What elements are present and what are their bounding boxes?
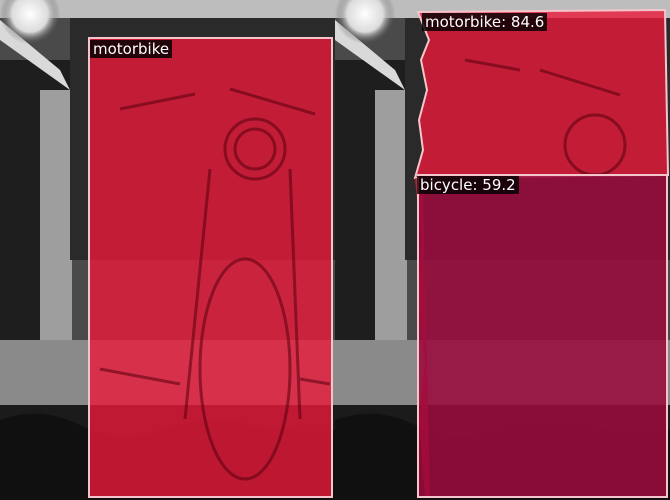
right-panel: motorbike: 84.6 bicycle: 59.2 [335,0,670,500]
motorbike-score-label: motorbike: 84.6 [422,13,548,31]
bicycle-score-label: bicycle: 59.2 [417,176,519,194]
motorbike-silhouette [99,87,331,481]
bicycle-mask [417,174,668,498]
motorbike-label: motorbike [90,40,173,58]
left-panel: motorbike [0,0,335,500]
motorbike-mask [88,37,333,498]
